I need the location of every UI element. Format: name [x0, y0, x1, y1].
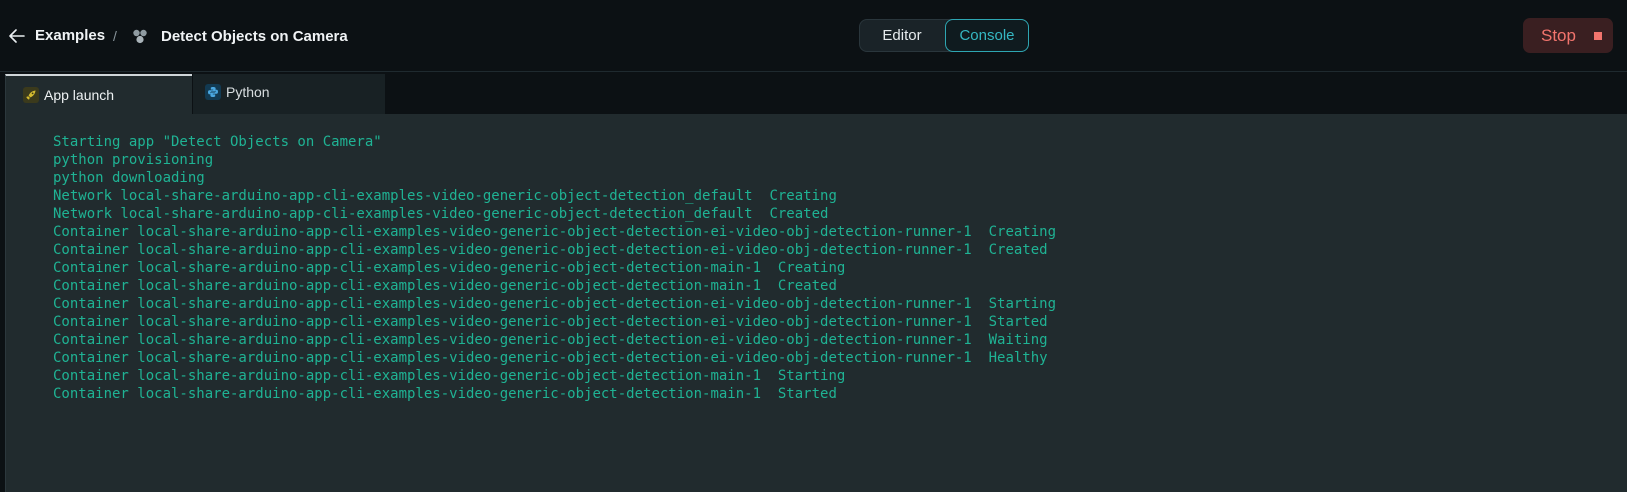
tab-app-launch-label: App launch [44, 87, 115, 103]
console-log-line: Container local-share-arduino-app-cli-ex… [53, 260, 846, 276]
console-log-line: python provisioning [53, 152, 214, 168]
object-detection-app-icon [133, 29, 147, 44]
stop-square-icon [1594, 32, 1602, 40]
stop-button-label: Stop [1541, 26, 1576, 45]
console-log-line: Container local-share-arduino-app-cli-ex… [53, 350, 1048, 366]
console-log-line: Container local-share-arduino-app-cli-ex… [53, 278, 837, 294]
console-log-line: Network local-share-arduino-app-cli-exam… [53, 206, 829, 222]
console-log-line: Container local-share-arduino-app-cli-ex… [53, 296, 1057, 312]
arrow-left-icon [9, 29, 25, 43]
breadcrumb-separator: / [113, 28, 117, 44]
console-log-line: Container local-share-arduino-app-cli-ex… [53, 386, 837, 402]
app-window: Examples / Detect Objects on Camera Edit… [0, 0, 1627, 492]
stop-button[interactable]: Stop [1523, 18, 1613, 53]
console-log-line: Container local-share-arduino-app-cli-ex… [53, 314, 1048, 330]
python-icon [205, 84, 221, 100]
console-output-panel[interactable]: Starting app "Detect Objects on Camera" p… [5, 114, 1627, 492]
console-log-line: Starting app "Detect Objects on Camera" [53, 134, 382, 150]
console-log-line: Network local-share-arduino-app-cli-exam… [53, 188, 837, 204]
view-toggle: Editor Console [859, 19, 1029, 52]
tab-app-launch[interactable]: App launch [5, 74, 192, 114]
page-title: Detect Objects on Camera [161, 28, 348, 45]
back-button[interactable] [6, 24, 28, 48]
console-log-line: Container local-share-arduino-app-cli-ex… [53, 224, 1057, 240]
top-bar: Examples / Detect Objects on Camera Edit… [0, 0, 1627, 72]
tab-python-label: Python [226, 84, 270, 100]
console-log-line: Container local-share-arduino-app-cli-ex… [53, 242, 1048, 258]
console-toggle-button[interactable]: Console [945, 19, 1029, 52]
console-log-line: Container local-share-arduino-app-cli-ex… [53, 332, 1048, 348]
breadcrumb-examples[interactable]: Examples [35, 26, 105, 46]
console-log-line: python downloading [53, 170, 205, 186]
editor-toggle-button[interactable]: Editor [860, 20, 944, 51]
console-log-line: Container local-share-arduino-app-cli-ex… [53, 368, 846, 384]
console-tab-bar: App launch Python [0, 72, 1627, 114]
rocket-icon [23, 87, 39, 103]
console-log: Starting app "Detect Objects on Camera" p… [53, 133, 1056, 403]
tab-python[interactable]: Python [193, 74, 385, 114]
